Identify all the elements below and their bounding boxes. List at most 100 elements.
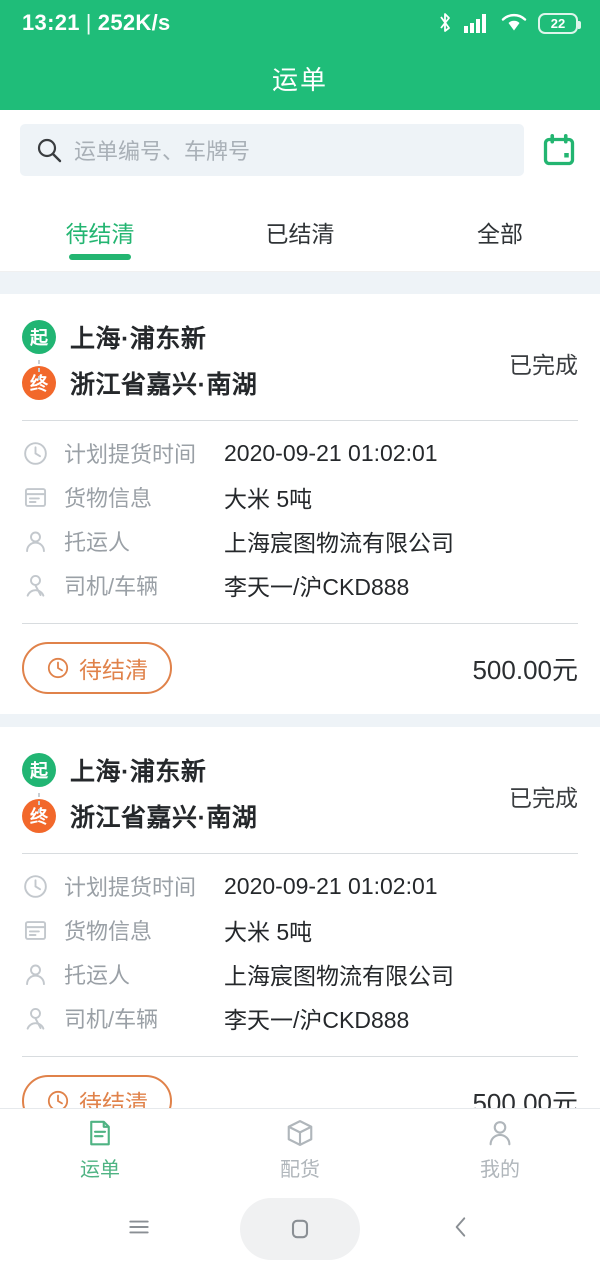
waybill-list: 起 上海·浦东新 终 浙江省嘉兴·南湖 已完成 计划提货时间 2020-09-2…: [0, 294, 600, 1160]
detail-value: 2020-09-21 01:02:01: [224, 439, 438, 466]
battery-icon: 22: [538, 12, 581, 34]
detail-value: 大米 5吨: [224, 919, 313, 945]
app-screen: 13:21 | 252K/s 22 运单 运单编号、车牌号 待结清 已结清 全部…: [0, 0, 600, 1268]
waybill-card[interactable]: 起 上海·浦东新 终 浙江省嘉兴·南湖 已完成 计划提货时间 2020-09-2…: [0, 294, 600, 714]
destination-place: 浙江省嘉兴·南湖: [70, 371, 258, 399]
detail-value: 李天一/沪CKD888: [224, 1007, 410, 1033]
table-row: 司机/车辆 李天一/沪CKD888: [22, 563, 578, 607]
home-square-icon: [291, 1219, 309, 1239]
document-icon: [22, 484, 64, 511]
route-section: 起 上海·浦东新 终 浙江省嘉兴·南湖 已完成: [22, 747, 578, 839]
waybill-card[interactable]: 起 上海·浦东新 终 浙江省嘉兴·南湖 已完成 计划提货时间 2020-09-2…: [0, 727, 600, 1147]
package-icon: [287, 1119, 313, 1146]
tab-pending-settlement[interactable]: 待结清: [0, 192, 200, 271]
detail-rows: 计划提货时间 2020-09-21 01:02:01 货物信息 大米 5吨 托运…: [22, 421, 578, 615]
detail-label: 司机/车辆: [64, 1007, 159, 1032]
search-input[interactable]: 运单编号、车牌号: [20, 124, 524, 176]
table-row: 托运人 上海宸图物流有限公司: [22, 952, 578, 996]
status-bar-right: 22: [437, 12, 581, 34]
nav-label: 配货: [280, 1158, 320, 1181]
origin-row: 起 上海·浦东新: [22, 314, 509, 360]
system-navigation-bar: [0, 1190, 600, 1268]
recents-button[interactable]: [126, 1214, 152, 1245]
detail-label: 货物信息: [64, 919, 153, 944]
waybill-icon: [90, 1120, 110, 1145]
home-button[interactable]: [240, 1198, 360, 1260]
settlement-label: 待结清: [79, 657, 148, 683]
origin-place: 上海·浦东新: [70, 325, 207, 353]
origin-place: 上海·浦东新: [70, 758, 207, 786]
nav-item-waybill[interactable]: 运单: [0, 1118, 200, 1182]
card-separator: [0, 714, 600, 727]
destination-row: 终 浙江省嘉兴·南湖: [22, 360, 509, 406]
nav-item-profile[interactable]: 我的: [400, 1118, 600, 1182]
detail-value: 2020-09-21 01:02:01: [224, 872, 438, 899]
detail-label: 托运人: [64, 963, 131, 988]
search-placeholder: 运单编号、车牌号: [74, 139, 251, 164]
clock-icon: [47, 657, 69, 679]
table-row: 司机/车辆 李天一/沪CKD888: [22, 996, 578, 1040]
search-icon: [37, 138, 62, 163]
table-row: 计划提货时间 2020-09-21 01:02:01: [22, 431, 578, 475]
status-filter-tabs: 待结清 已结清 全部: [0, 192, 600, 272]
detail-value: 上海宸图物流有限公司: [224, 963, 454, 989]
route-connector: [38, 360, 40, 382]
search-section: 运单编号、车牌号: [0, 110, 600, 192]
detail-label: 计划提货时间: [64, 442, 197, 467]
page-title: 运单: [271, 64, 328, 95]
tab-label: 全部: [477, 220, 523, 247]
status-separator: |: [85, 10, 92, 35]
wifi-icon: [501, 13, 527, 31]
settlement-status-button[interactable]: 待结清: [22, 642, 172, 694]
table-row: 托运人 上海宸图物流有限公司: [22, 519, 578, 563]
detail-label: 托运人: [64, 530, 131, 555]
person-icon: [489, 1120, 511, 1145]
origin-badge-icon: 起: [22, 753, 56, 787]
origin-row: 起 上海·浦东新: [22, 747, 509, 793]
route-places: 起 上海·浦东新 终 浙江省嘉兴·南湖: [22, 747, 509, 839]
back-chevron-icon: [455, 1216, 466, 1237]
tab-settled[interactable]: 已结清: [200, 192, 400, 271]
table-row: 货物信息 大米 5吨: [22, 908, 578, 952]
origin-badge-icon: 起: [22, 320, 56, 354]
destination-row: 终 浙江省嘉兴·南湖: [22, 793, 509, 839]
route-section: 起 上海·浦东新 终 浙江省嘉兴·南湖 已完成: [22, 314, 578, 406]
menu-icon: [129, 1220, 149, 1233]
nav-item-dispatch[interactable]: 配货: [200, 1118, 400, 1182]
table-row: 货物信息 大米 5吨: [22, 475, 578, 519]
tab-all[interactable]: 全部: [400, 192, 600, 271]
status-time: 13:21: [22, 10, 80, 35]
calendar-icon: [543, 133, 575, 166]
status-badge: 已完成: [509, 352, 578, 378]
person-icon: [22, 528, 64, 555]
battery-level: 22: [550, 15, 566, 31]
route-places: 起 上海·浦东新 终 浙江省嘉兴·南湖: [22, 314, 509, 406]
detail-rows: 计划提货时间 2020-09-21 01:02:01 货物信息 大米 5吨 托运…: [22, 854, 578, 1048]
back-button[interactable]: [448, 1214, 474, 1245]
route-connector: [38, 793, 40, 815]
tab-label: 待结清: [65, 220, 135, 247]
detail-value: 李天一/沪CKD888: [224, 574, 410, 600]
detail-label: 司机/车辆: [64, 574, 159, 599]
destination-place: 浙江省嘉兴·南湖: [70, 804, 258, 832]
status-badge: 已完成: [509, 785, 578, 811]
detail-label: 计划提货时间: [64, 875, 197, 900]
driver-icon: [22, 572, 64, 599]
clock-icon: [22, 873, 64, 900]
detail-value: 大米 5吨: [224, 486, 313, 512]
nav-label: 我的: [480, 1158, 520, 1181]
bottom-navigation: 运单 配货 我的: [0, 1108, 600, 1190]
card-footer: 待结清 500.00元: [22, 624, 578, 714]
table-row: 计划提货时间 2020-09-21 01:02:01: [22, 864, 578, 908]
calendar-button[interactable]: [538, 129, 580, 171]
status-bar-left: 13:21 | 252K/s: [22, 10, 171, 36]
bluetooth-icon: [440, 13, 450, 32]
nav-label: 运单: [80, 1158, 120, 1181]
price-amount: 500.00元: [472, 654, 578, 685]
detail-value: 上海宸图物流有限公司: [224, 530, 454, 556]
driver-icon: [22, 1005, 64, 1032]
person-icon: [22, 961, 64, 988]
cellular-signal-icon: [464, 14, 486, 33]
status-bar: 13:21 | 252K/s 22: [0, 0, 600, 46]
tab-label: 已结清: [265, 220, 335, 247]
